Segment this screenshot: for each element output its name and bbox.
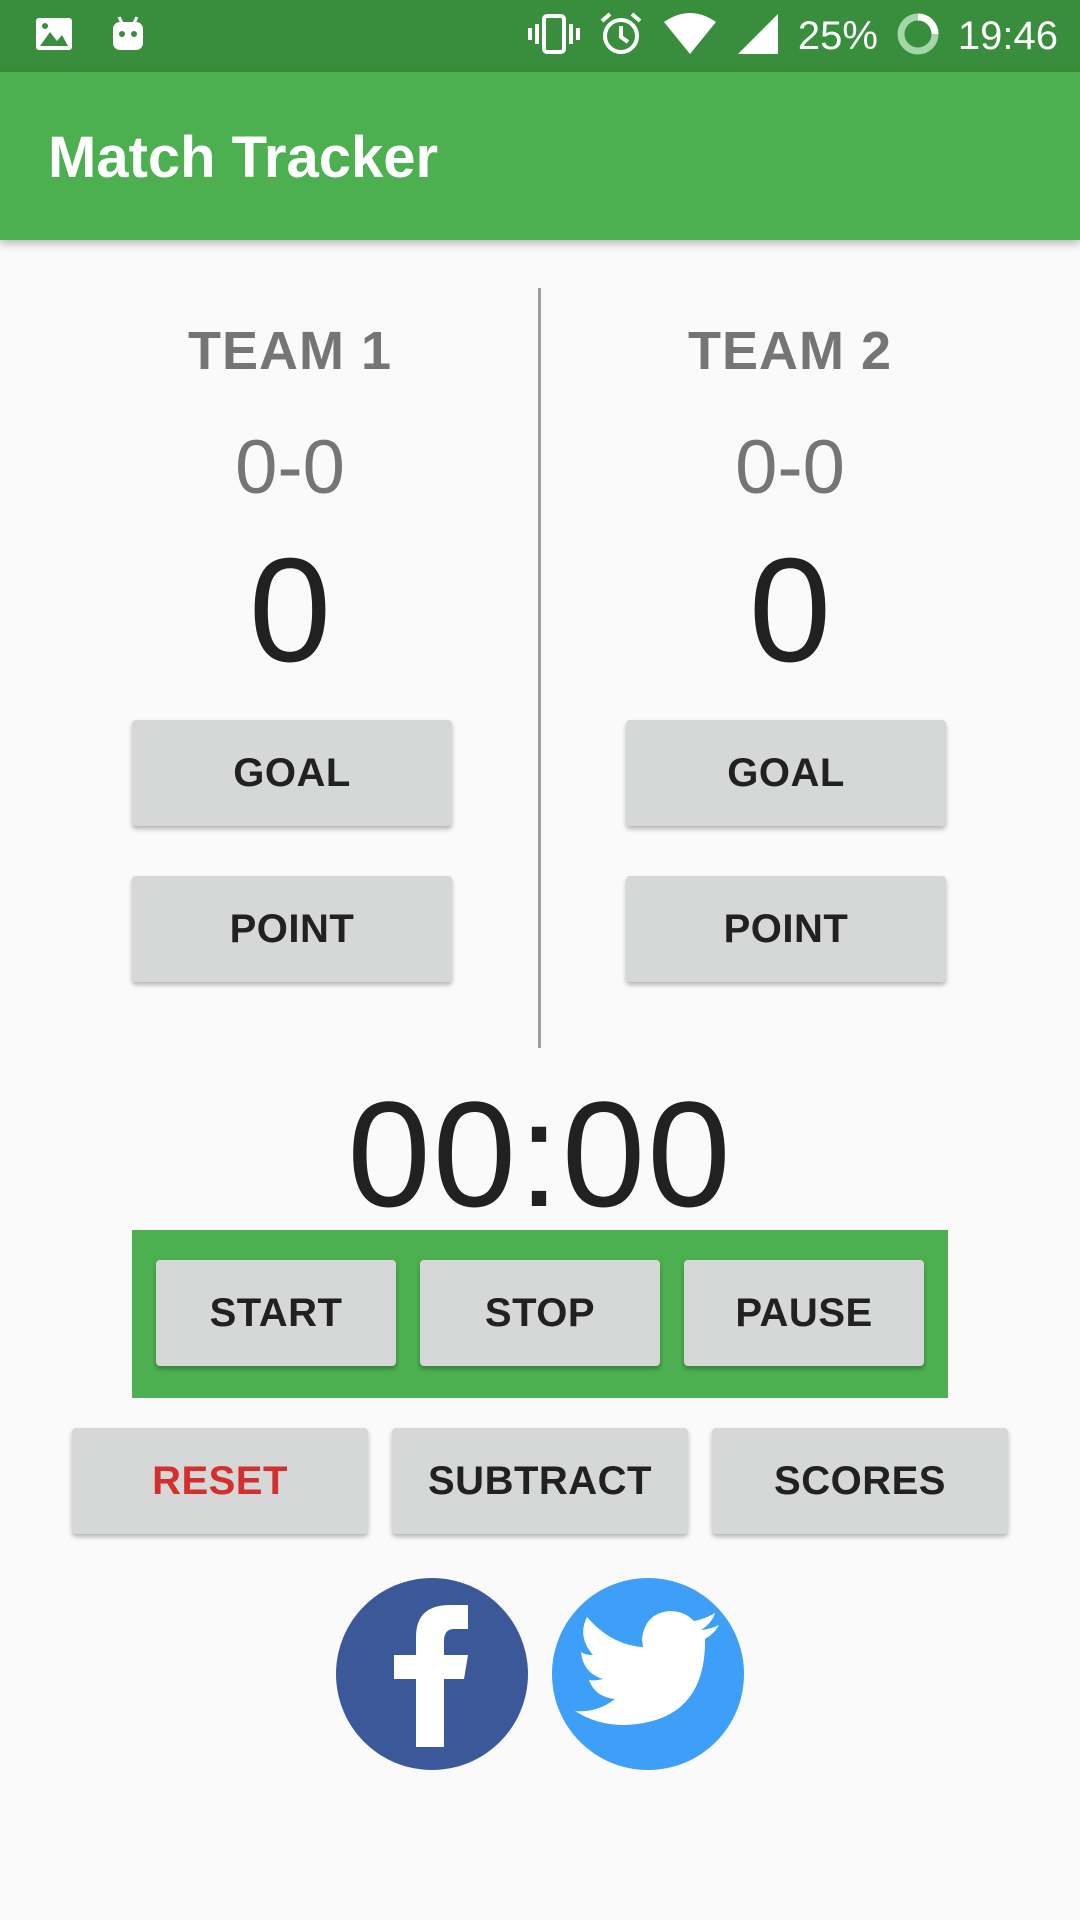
start-button[interactable]: START (156, 1260, 396, 1366)
status-right-icons: 25% 19:46 (527, 8, 1058, 64)
app-bar: Match Tracker (0, 72, 1080, 240)
team1-name: TEAM 1 (187, 321, 393, 381)
scores-button[interactable]: SCORES (712, 1428, 1008, 1534)
battery-icon (896, 12, 940, 61)
cell-signal-icon (736, 12, 780, 61)
team2-name: TEAM 2 (687, 321, 893, 381)
alarm-icon (598, 11, 644, 62)
stop-button[interactable]: STOP (420, 1260, 660, 1366)
app-title: Match Tracker (48, 125, 439, 190)
team2-record: 0-0 (735, 425, 845, 510)
team1-record: 0-0 (235, 425, 345, 510)
team2-point-button[interactable]: POINT (626, 876, 946, 982)
clock: 19:46 (957, 13, 1058, 58)
team1-goal-button[interactable]: GOAL (132, 720, 452, 826)
vibrate-icon (527, 12, 580, 61)
team1-score: 0 (248, 528, 332, 693)
team2-goal-button[interactable]: GOAL (626, 720, 946, 826)
status-left-icons (34, 14, 148, 59)
pause-button[interactable]: PAUSE (684, 1260, 924, 1366)
twitter-share-button[interactable] (552, 1578, 744, 1770)
status-bar: 25% 19:46 (0, 0, 1080, 72)
android-notification-icon (108, 14, 148, 59)
facebook-icon (372, 1597, 492, 1752)
twitter-icon (573, 1607, 723, 1742)
team2-score: 0 (748, 528, 832, 693)
battery-percent: 25% (797, 13, 878, 58)
facebook-share-button[interactable] (336, 1578, 528, 1770)
timer-display: 00:00 (347, 1070, 733, 1238)
image-notification-icon (34, 14, 74, 59)
reset-button[interactable]: RESET (72, 1428, 368, 1534)
wifi-icon (662, 12, 718, 61)
subtract-button[interactable]: SUBTRACT (392, 1428, 688, 1534)
team1-point-button[interactable]: POINT (132, 876, 452, 982)
